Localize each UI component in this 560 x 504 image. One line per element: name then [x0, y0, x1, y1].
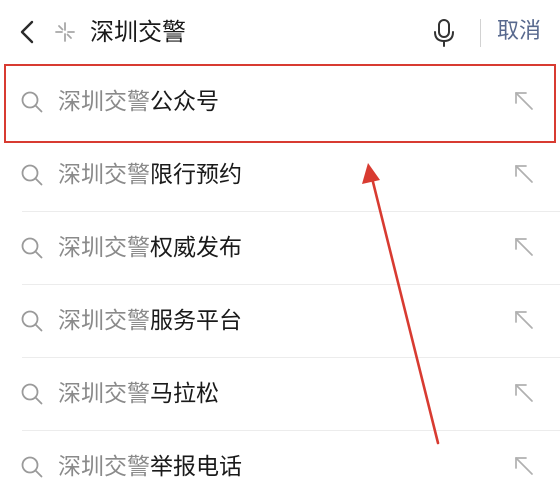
spark-icon	[55, 22, 75, 42]
fill-query-arrow-icon[interactable]	[513, 236, 535, 258]
search-icon	[21, 310, 43, 332]
search-icon	[21, 164, 43, 186]
suggestion-completion: 限行预约	[150, 162, 242, 188]
search-icon	[21, 456, 43, 478]
suggestion-item[interactable]: 深圳交警限行预约	[0, 139, 560, 212]
suggestion-item[interactable]: 深圳交警马拉松	[0, 358, 560, 431]
suggestion-query: 深圳交警	[58, 235, 150, 261]
cancel-button[interactable]: 取消	[497, 13, 541, 51]
fill-query-arrow-icon[interactable]	[513, 309, 535, 331]
suggestion-text: 深圳交警公众号	[58, 82, 219, 122]
suggestion-item[interactable]: 深圳交警举报电话	[0, 431, 560, 504]
suggestion-completion: 服务平台	[150, 308, 242, 334]
search-input[interactable]: 深圳交警	[90, 13, 186, 51]
suggestion-query: 深圳交警	[58, 162, 150, 188]
suggestion-query: 深圳交警	[58, 381, 150, 407]
fill-query-arrow-icon[interactable]	[513, 382, 535, 404]
search-icon	[21, 237, 43, 259]
suggestion-text: 深圳交警服务平台	[58, 301, 242, 341]
search-icon	[21, 91, 43, 113]
fill-query-arrow-icon[interactable]	[513, 455, 535, 477]
search-bar: 深圳交警 取消	[0, 0, 560, 64]
suggestion-text: 深圳交警限行预约	[58, 155, 242, 195]
fill-query-arrow-icon[interactable]	[513, 163, 535, 185]
fill-query-arrow-icon[interactable]	[513, 90, 535, 112]
back-chevron-icon[interactable]	[14, 18, 42, 46]
search-bar-divider	[480, 19, 481, 47]
microphone-icon[interactable]	[431, 18, 457, 48]
search-icon	[21, 383, 43, 405]
suggestion-text: 深圳交警举报电话	[58, 447, 242, 487]
suggestion-completion: 权威发布	[150, 235, 242, 261]
suggestion-item[interactable]: 深圳交警权威发布	[0, 212, 560, 285]
suggestion-query: 深圳交警	[58, 454, 150, 480]
suggestion-list: 深圳交警公众号 深圳交警限行预约 深圳交警权威发布 深圳交警服务平台 深圳交警马…	[0, 66, 560, 504]
suggestion-completion: 举报电话	[150, 454, 242, 480]
suggestion-query: 深圳交警	[58, 89, 150, 115]
suggestion-completion: 马拉松	[150, 381, 219, 407]
suggestion-text: 深圳交警权威发布	[58, 228, 242, 268]
suggestion-query: 深圳交警	[58, 308, 150, 334]
suggestion-completion: 公众号	[150, 89, 219, 115]
suggestion-item[interactable]: 深圳交警公众号	[0, 66, 560, 139]
suggestion-item[interactable]: 深圳交警服务平台	[0, 285, 560, 358]
suggestion-text: 深圳交警马拉松	[58, 374, 219, 414]
